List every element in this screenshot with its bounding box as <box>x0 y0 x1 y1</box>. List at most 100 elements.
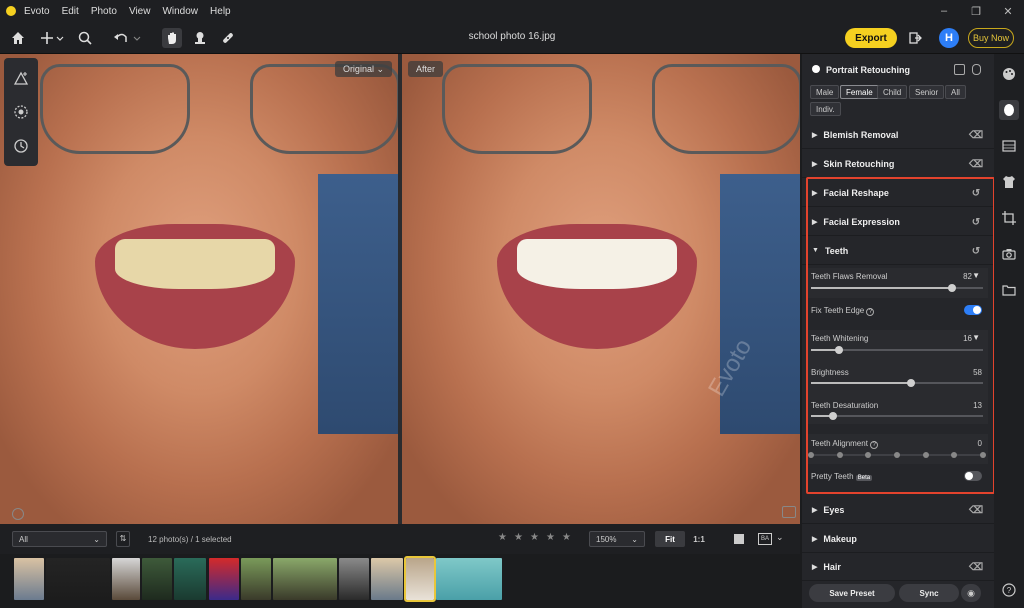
step-dot[interactable] <box>980 452 986 458</box>
home-icon[interactable] <box>8 28 28 48</box>
search-icon[interactable] <box>75 28 95 48</box>
eraser-icon[interactable]: ⌫ <box>969 561 983 573</box>
effect-icon[interactable] <box>11 102 31 122</box>
save-preset-button[interactable]: Save Preset <box>809 584 895 602</box>
original-label[interactable]: Original ⌄ <box>334 61 392 77</box>
stamp-tool-icon[interactable] <box>190 28 210 48</box>
chip-senior[interactable]: Senior <box>909 85 945 99</box>
reset-icon[interactable]: ↺ <box>970 245 982 257</box>
teeth-flaws-value[interactable]: 82 <box>963 272 972 281</box>
section-facial-expression[interactable]: ▶ Facial Expression ↺ <box>802 208 994 236</box>
slider-knob[interactable] <box>829 412 838 420</box>
thumbnail[interactable] <box>142 558 172 600</box>
section-facial-reshape[interactable]: ▶ Facial Reshape ↺ <box>802 179 994 207</box>
compare-view-icon[interactable]: BA <box>758 533 772 545</box>
clothing-icon[interactable] <box>999 172 1019 192</box>
dropdown-icon[interactable]: ▼ <box>972 333 980 342</box>
avatar[interactable]: H <box>939 28 959 48</box>
chip-individual[interactable]: Indiv. <box>810 102 841 116</box>
close-icon[interactable]: ✕ <box>992 0 1024 22</box>
one-to-one-button[interactable]: 1:1 <box>688 531 710 547</box>
thumbnail[interactable] <box>339 558 369 600</box>
thumbnail[interactable] <box>436 558 502 600</box>
chevron-down-icon[interactable]: ⌄ <box>776 532 784 543</box>
help-icon[interactable]: ? <box>866 308 875 316</box>
face-select-icon[interactable] <box>954 64 965 75</box>
thumbnail[interactable] <box>112 558 140 600</box>
filter-select[interactable]: All ⌄ <box>12 531 107 547</box>
slider-knob[interactable] <box>834 346 843 354</box>
history-icon[interactable] <box>11 136 31 156</box>
thumbnail[interactable] <box>209 558 239 600</box>
teeth-alignment-slider[interactable] <box>808 452 986 458</box>
chip-all[interactable]: All <box>945 85 966 99</box>
teeth-desaturation-value[interactable]: 13 <box>973 401 982 410</box>
buy-now-button[interactable]: Buy Now <box>968 28 1014 48</box>
chip-child[interactable]: Child <box>877 85 908 99</box>
brightness-slider[interactable] <box>811 379 983 387</box>
zoom-select[interactable]: 150% ⌄ <box>589 531 645 547</box>
minimize-icon[interactable]: – <box>928 0 960 22</box>
brightness-value[interactable]: 58 <box>973 368 982 377</box>
step-dot[interactable] <box>808 452 814 458</box>
teeth-whitening-value[interactable]: 16 <box>963 334 972 343</box>
menu-app[interactable]: Evoto <box>24 6 50 17</box>
step-dot[interactable] <box>894 452 900 458</box>
section-blemish-removal[interactable]: ▶ Blemish Removal ⌫ <box>802 121 994 149</box>
thumbnail[interactable] <box>46 558 110 600</box>
section-teeth[interactable]: ▼ Teeth ↺ <box>802 237 994 265</box>
teeth-flaws-slider[interactable] <box>811 284 983 292</box>
export-button[interactable]: Export <box>845 28 897 48</box>
menu-edit[interactable]: Edit <box>62 6 79 17</box>
step-dot[interactable] <box>865 452 872 458</box>
single-view-icon[interactable] <box>734 534 744 544</box>
chip-male[interactable]: Male <box>810 85 840 99</box>
folder-icon[interactable] <box>999 280 1019 300</box>
palette-icon[interactable] <box>999 64 1019 84</box>
original-photo[interactable]: Original ⌄ <box>0 54 398 524</box>
teeth-alignment-value[interactable]: 0 <box>978 439 982 448</box>
sync-options-icon[interactable]: ◉ <box>961 584 981 602</box>
add-icon[interactable] <box>38 28 66 48</box>
section-makeup[interactable]: ▶ Makeup <box>802 525 994 553</box>
section-hair[interactable]: ▶ Hair ⌫ <box>802 553 994 581</box>
teeth-desaturation-slider[interactable] <box>811 412 983 420</box>
teeth-whitening-slider[interactable] <box>811 346 983 354</box>
step-dot[interactable] <box>922 452 929 458</box>
slider-knob[interactable] <box>948 284 957 292</box>
camera-icon[interactable] <box>999 244 1019 264</box>
section-eyes[interactable]: ▶ Eyes ⌫ <box>802 496 994 524</box>
toggle-view-icon[interactable] <box>972 64 981 75</box>
hand-tool-icon[interactable] <box>162 28 182 48</box>
menu-view[interactable]: View <box>129 6 151 17</box>
dropdown-icon[interactable]: ▼ <box>972 271 980 280</box>
slider-knob[interactable] <box>906 379 915 387</box>
fit-button[interactable]: Fit <box>655 531 685 547</box>
help-icon[interactable]: ? <box>870 441 879 449</box>
section-skin-retouching[interactable]: ▶ Skin Retouching ⌫ <box>802 150 994 178</box>
ai-edit-icon[interactable] <box>11 68 31 88</box>
thumbnail-selected[interactable] <box>404 556 436 602</box>
step-dot[interactable] <box>836 452 843 458</box>
restore-icon[interactable]: ❐ <box>960 0 992 22</box>
crop-icon[interactable] <box>999 208 1019 228</box>
canvas[interactable]: Original ⌄ After Evoto <box>0 54 800 524</box>
thumbnail[interactable] <box>371 558 403 600</box>
star-icon[interactable]: ★ <box>562 532 571 543</box>
thumbnail[interactable] <box>273 558 337 600</box>
thumbnail[interactable] <box>174 558 206 600</box>
eraser-icon[interactable]: ⌫ <box>969 504 983 516</box>
sort-icon[interactable]: ⇅ <box>116 531 130 547</box>
compare-icon[interactable] <box>782 506 796 518</box>
star-icon[interactable]: ★ <box>530 532 539 543</box>
sync-button[interactable]: Sync <box>899 584 959 602</box>
menu-window[interactable]: Window <box>162 6 198 17</box>
reset-icon[interactable]: ↺ <box>970 216 982 228</box>
star-icon[interactable]: ★ <box>514 532 523 543</box>
undo-icon[interactable] <box>112 28 142 48</box>
fix-teeth-edge-toggle[interactable] <box>964 305 982 315</box>
background-icon[interactable] <box>999 136 1019 156</box>
thumbnail[interactable] <box>14 558 44 600</box>
chip-female[interactable]: Female <box>840 85 879 99</box>
exit-icon[interactable] <box>905 28 925 48</box>
